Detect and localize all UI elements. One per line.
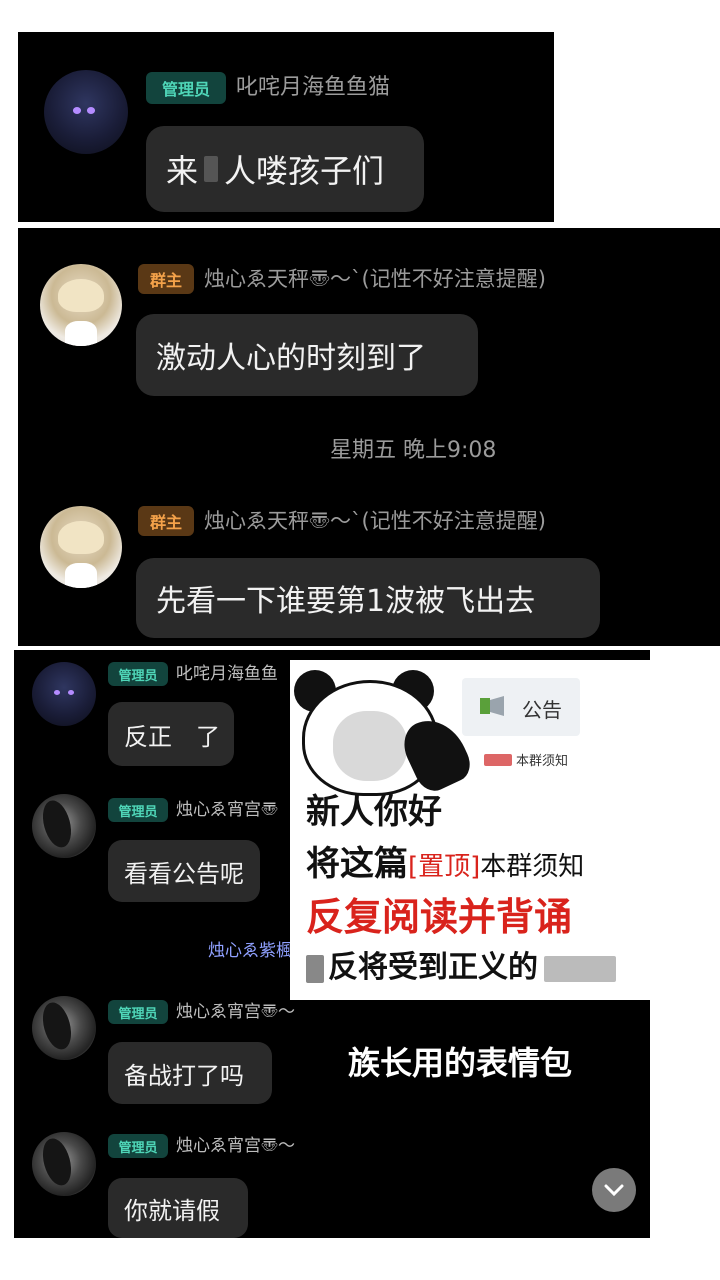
avatar[interactable] [32, 996, 96, 1060]
avatar[interactable] [44, 70, 128, 154]
sender-name: 叱咤月海鱼鱼 [176, 664, 278, 684]
message-text-part1: 来 [166, 152, 199, 190]
admin-badge: 管理员 [146, 72, 226, 104]
blurred-label [484, 754, 512, 766]
censored-word [544, 955, 616, 982]
chat-panel-2: 群主 烛心ゑ天秤〠～`(记性不好注意提醒) 激动人心的时刻到了 星期五 晚上9:… [18, 228, 720, 646]
meme-line-2-a: 将这篇 [306, 844, 408, 884]
message-bubble[interactable]: 看看公告呢 [108, 840, 260, 902]
meme-sticker[interactable]: 公告 本群须知 新人你好 将这篇[置顶]本群须知 反复阅读并背诵 反将受到正义的 [290, 660, 680, 1000]
notice-subtitle: 本群须知 [516, 754, 569, 769]
message-bubble[interactable]: 先看一下谁要第1波被飞出去 [136, 558, 600, 638]
admin-badge: 管理员 [108, 798, 168, 822]
sender-name: 烛心ゑ天秤〠～`(记性不好注意提醒) [204, 509, 546, 533]
admin-badge: 管理员 [108, 662, 168, 686]
avatar[interactable] [32, 662, 96, 726]
notice-card: 公告 [462, 678, 580, 736]
panda-face [333, 711, 407, 781]
flag-icon [480, 696, 504, 716]
meme-line-2-pinned: [置顶] [408, 852, 481, 882]
owner-badge: 群主 [138, 264, 194, 294]
message-bubble[interactable]: 来 人喽孩子们 [146, 126, 424, 212]
mention-text[interactable]: 烛心ゑ紫楓 [208, 936, 293, 961]
meme-line-4-text: 反将受到正义的 [328, 950, 538, 985]
timestamp: 星期五 晚上9:08 [330, 438, 497, 463]
message-bubble[interactable]: 反正 了 [108, 702, 234, 766]
notice-label: 公告 [522, 698, 562, 722]
sender-name: 叱咤月海鱼鱼猫 [236, 75, 391, 100]
avatar[interactable] [32, 1132, 96, 1196]
chevron-down-icon [604, 1184, 624, 1197]
owner-badge: 群主 [138, 506, 194, 536]
censored-char [204, 156, 219, 182]
sender-name: 烛心ゑ天秤〠～`(记性不好注意提醒) [204, 267, 546, 291]
scroll-to-bottom-button[interactable] [592, 1168, 636, 1212]
censored-char [306, 954, 324, 983]
admin-badge: 管理员 [108, 1134, 168, 1158]
meme-line-4: 反将受到正义的 [306, 942, 616, 986]
meme-line-2-c: 本群须知 [480, 852, 585, 882]
avatar[interactable] [40, 264, 122, 346]
message-text-part2: 人喽孩子们 [224, 152, 385, 190]
sender-name: 烛心ゑ宵宫〠～ [176, 1002, 295, 1022]
avatar[interactable] [40, 506, 122, 588]
message-bubble[interactable]: 激动人心的时刻到了 [136, 314, 478, 396]
admin-badge: 管理员 [108, 1000, 168, 1024]
sender-name: 烛心ゑ宵宫〠 [176, 800, 278, 820]
meme-line-3: 反复阅读并背诵 [306, 895, 573, 939]
meme-line-2: 将这篇[置顶]本群须知 [306, 836, 584, 885]
meme-line-1: 新人你好 [306, 792, 442, 832]
chat-panel-1: 管理员 叱咤月海鱼鱼猫 来 人喽孩子们 [18, 32, 554, 222]
message-bubble[interactable]: 你就请假 [108, 1178, 248, 1238]
message-bubble[interactable]: 备战打了吗 [108, 1042, 272, 1104]
caption-text: 族长用的表情包 [348, 1044, 573, 1082]
avatar[interactable] [32, 794, 96, 858]
sender-name: 烛心ゑ宵宫〠～ [176, 1136, 295, 1156]
